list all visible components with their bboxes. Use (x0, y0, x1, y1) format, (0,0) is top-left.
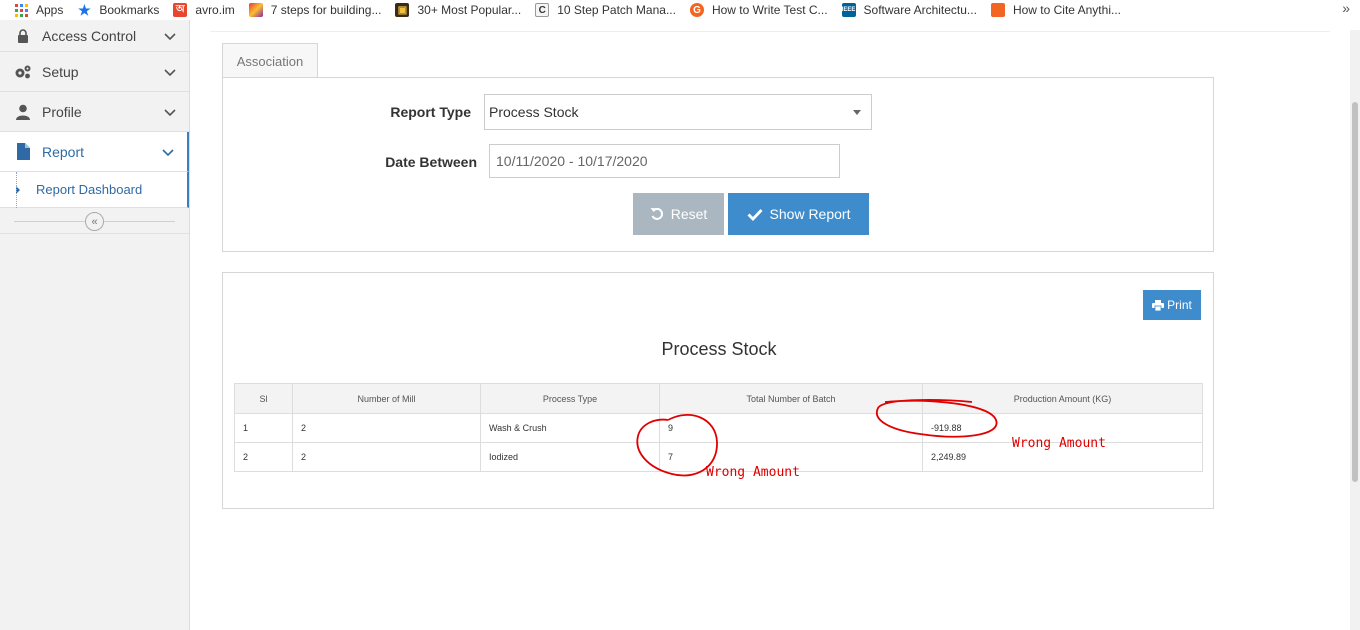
bookmarks-bar: Apps ★ Bookmarks অ avro.im 7 steps for b… (0, 0, 1360, 20)
sidebar-subitem-report-dashboard[interactable]: Report Dashboard (0, 172, 189, 208)
bookmark-label: How to Write Test C... (711, 3, 828, 17)
sidebar-item-report[interactable]: Report (0, 132, 189, 172)
bookmark-label: Software Architectu... (863, 3, 977, 17)
bookmark-apps[interactable]: Apps (14, 1, 63, 19)
bookmark-7-steps[interactable]: 7 steps for building... (248, 1, 382, 19)
reset-label: Reset (670, 206, 708, 222)
date-between-label: Date Between (385, 154, 477, 170)
sidebar-collapse-row: « (0, 208, 189, 234)
undo-icon (650, 207, 663, 220)
scrollbar-thumb[interactable] (1352, 102, 1358, 482)
table-cell: 2 (292, 413, 481, 443)
bookmarks-overflow-button[interactable]: » (1342, 0, 1350, 16)
user-icon (14, 103, 32, 121)
chevron-down-icon (164, 108, 176, 116)
sidebar-item-access-control[interactable]: Access Control (0, 20, 189, 52)
sidebar-item-label: Access Control (42, 27, 137, 44)
column-header: Sl (234, 383, 293, 414)
ieee-icon: IEEE (841, 3, 856, 17)
bookmark-30-popular[interactable]: ▣ 30+ Most Popular... (395, 1, 521, 19)
bookmark-label: 10 Step Patch Mana... (557, 3, 676, 17)
bookmark-cite[interactable]: How to Cite Anythi... (990, 1, 1121, 19)
sidebar-item-profile[interactable]: Profile (0, 92, 189, 132)
avro-icon: অ (173, 3, 188, 17)
date-range-input[interactable]: 10/11/2020 - 10/17/2020 (489, 144, 840, 178)
tab-association[interactable]: Association (222, 43, 318, 78)
table-cell: Iodized (480, 442, 660, 472)
sidebar-item-label: Profile (42, 103, 82, 120)
annotation-note-batch: Wrong Amount (706, 465, 800, 480)
bookmark-test-c[interactable]: G How to Write Test C... (689, 1, 828, 19)
sidebar-subitem-label: Report Dashboard (36, 182, 143, 197)
sidebar-item-setup[interactable]: Setup (0, 52, 189, 92)
dropdown-arrow-icon (853, 110, 861, 115)
table-header-row: Sl Number of Mill Process Type Total Num… (234, 383, 1203, 414)
report-type-label: Report Type (390, 104, 471, 120)
bookmark-label: 30+ Most Popular... (417, 3, 522, 17)
report-type-value: Process Stock (489, 104, 579, 120)
sidebar: Access Control Setup Profile Report Repo… (0, 20, 190, 630)
print-button[interactable]: Print (1143, 290, 1201, 320)
table-cell: 1 (234, 413, 293, 443)
bookmark-software-arch[interactable]: IEEE Software Architectu... (841, 1, 977, 19)
print-label: Print (1167, 298, 1192, 312)
column-header: Process Type (480, 383, 660, 414)
shield-colorful-icon (248, 3, 263, 17)
table-cell: 9 (659, 413, 923, 443)
file-icon (14, 143, 32, 161)
orange-circle-icon: G (689, 3, 704, 17)
bookmark-label: Bookmarks (99, 3, 160, 17)
column-header: Production Amount (KG) (922, 383, 1203, 414)
sidebar-collapse-button[interactable]: « (85, 212, 104, 231)
orange-bookmark-icon (990, 3, 1005, 17)
report-title: Process Stock (661, 339, 777, 359)
report-filter-panel: Report Type Process Stock Date Between 1… (222, 77, 1214, 252)
star-icon: ★ (78, 1, 91, 18)
chevron-down-icon (164, 68, 176, 76)
bookmark-label: How to Cite Anythi... (1012, 3, 1121, 17)
report-table: Sl Number of Mill Process Type Total Num… (234, 383, 1203, 472)
chevron-down-icon (164, 32, 176, 40)
bookmark-bookmarks[interactable]: ★ Bookmarks (77, 1, 159, 19)
chevron-down-icon (162, 148, 174, 156)
bookmark-patch[interactable]: C 10 Step Patch Mana... (535, 1, 676, 19)
bookmark-label: 7 steps for building... (270, 3, 382, 17)
table-cell: 2 (234, 442, 293, 472)
bookmark-label: Apps (36, 3, 64, 17)
column-header: Total Number of Batch (659, 383, 923, 414)
reset-button[interactable]: Reset (633, 193, 724, 235)
sidebar-item-label: Setup (42, 63, 79, 80)
annotation-note-amount: Wrong Amount (1012, 436, 1106, 451)
bookmark-avro[interactable]: অ avro.im (173, 1, 235, 19)
lock-icon (14, 27, 32, 45)
report-type-select[interactable]: Process Stock (484, 94, 872, 130)
printer-icon (1152, 299, 1165, 311)
cube-icon: ▣ (395, 3, 410, 17)
show-report-label: Show Report (769, 206, 851, 222)
table-cell: 2 (292, 442, 481, 472)
sidebar-item-label: Report (42, 143, 85, 160)
check-icon (747, 208, 763, 221)
gears-icon (14, 63, 32, 81)
show-report-button[interactable]: Show Report (728, 193, 869, 235)
column-header: Number of Mill (292, 383, 481, 414)
apps-grid-icon (14, 3, 28, 17)
bookmark-label: avro.im (195, 3, 235, 17)
page-scrollbar[interactable] (1350, 30, 1360, 630)
table-cell: Wash & Crush (480, 413, 660, 443)
c-logo-icon: C (535, 3, 550, 17)
